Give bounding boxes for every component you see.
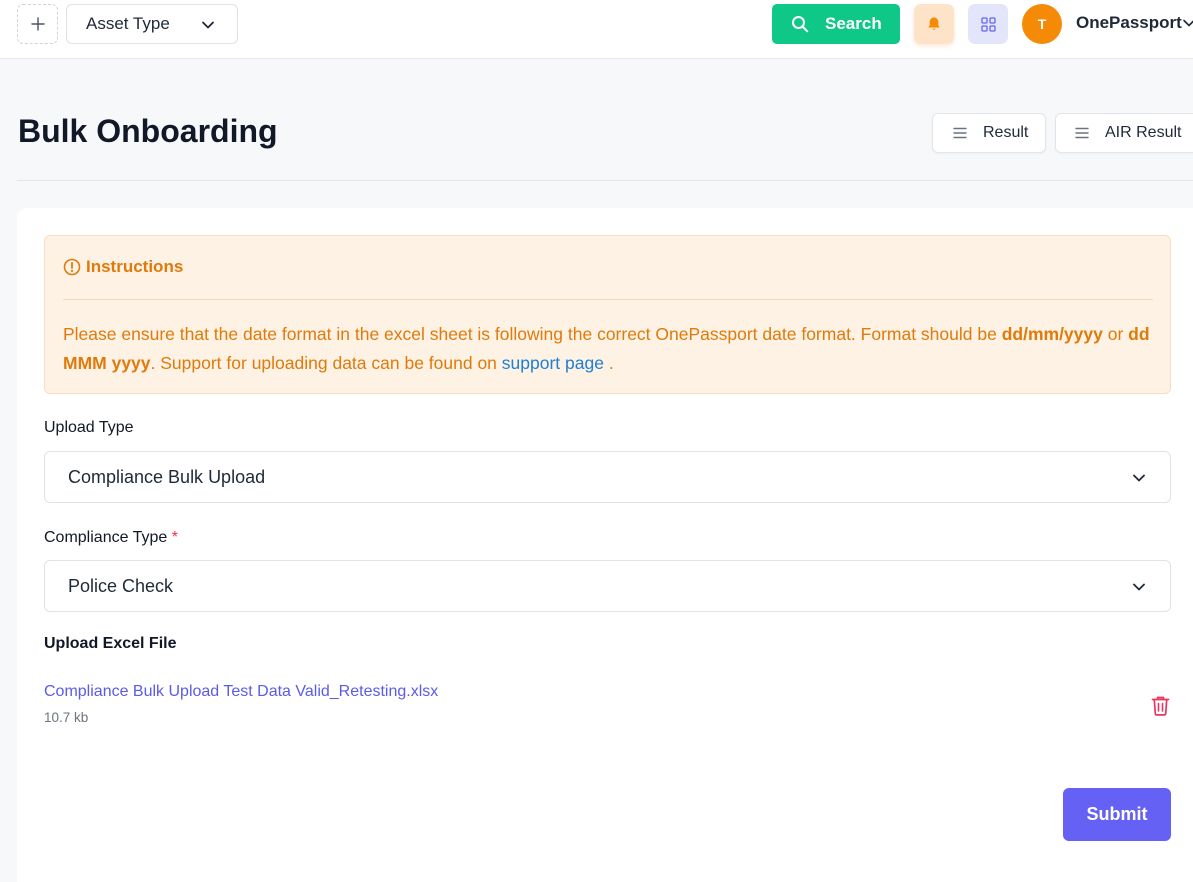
alert-circle-icon (63, 258, 81, 276)
instructions-title: Instructions (86, 257, 184, 276)
header-divider (17, 180, 1193, 181)
submit-button[interactable]: Submit (1063, 788, 1171, 841)
search-icon (792, 16, 809, 33)
result-button[interactable]: Result (932, 113, 1046, 153)
date-format-1: dd/mm/yyyy (1001, 324, 1103, 344)
upload-type-select[interactable]: Compliance Bulk Upload (44, 451, 1171, 503)
menu-lines-icon (953, 127, 967, 139)
asset-type-dropdown[interactable]: Asset Type (66, 4, 238, 44)
top-bar: Asset Type Search T OnePassport (0, 0, 1193, 59)
upload-type-value: Compliance Bulk Upload (68, 466, 266, 487)
trash-icon[interactable] (1151, 695, 1170, 716)
plus-icon (30, 17, 45, 31)
instructions-panel: Instructions Please ensure that the date… (44, 235, 1171, 394)
file-size: 10.7 kb (44, 710, 89, 725)
chevron-down-icon[interactable] (1183, 17, 1193, 29)
instructions-text: Please ensure that the date format in th… (63, 324, 1150, 373)
bell-icon (928, 17, 940, 30)
compliance-type-value: Police Check (68, 575, 174, 596)
support-page-link[interactable]: support page (502, 353, 604, 373)
instructions-header: Instructions (63, 257, 183, 277)
chevron-down-icon (1133, 583, 1145, 591)
uploaded-file-link[interactable]: Compliance Bulk Upload Test Data Valid_R… (44, 683, 438, 701)
air-result-button[interactable]: AIR Result (1055, 113, 1193, 153)
asset-type-label: Asset Type (86, 14, 170, 33)
search-button[interactable]: Search (772, 4, 900, 44)
required-mark: * (171, 529, 179, 546)
chevron-down-icon (202, 21, 214, 29)
menu-lines-icon (1075, 127, 1089, 139)
org-name[interactable]: OnePassport (1076, 13, 1182, 33)
grid-icon (980, 16, 996, 32)
instructions-divider (63, 299, 1153, 300)
compliance-type-select[interactable]: Police Check (44, 560, 1171, 612)
page-title: Bulk Onboarding (18, 113, 278, 149)
notifications-button[interactable] (914, 4, 954, 44)
chevron-down-icon (1133, 474, 1145, 482)
add-button[interactable] (17, 4, 58, 44)
search-label: Search (825, 14, 882, 33)
compliance-type-label: Compliance Type * (44, 529, 179, 546)
result-label: Result (983, 124, 1029, 141)
upload-type-label: Upload Type (44, 419, 134, 436)
air-result-label: AIR Result (1105, 124, 1182, 141)
apps-button[interactable] (968, 4, 1008, 44)
upload-file-label: Upload Excel File (44, 635, 177, 652)
avatar[interactable]: T (1022, 4, 1062, 44)
